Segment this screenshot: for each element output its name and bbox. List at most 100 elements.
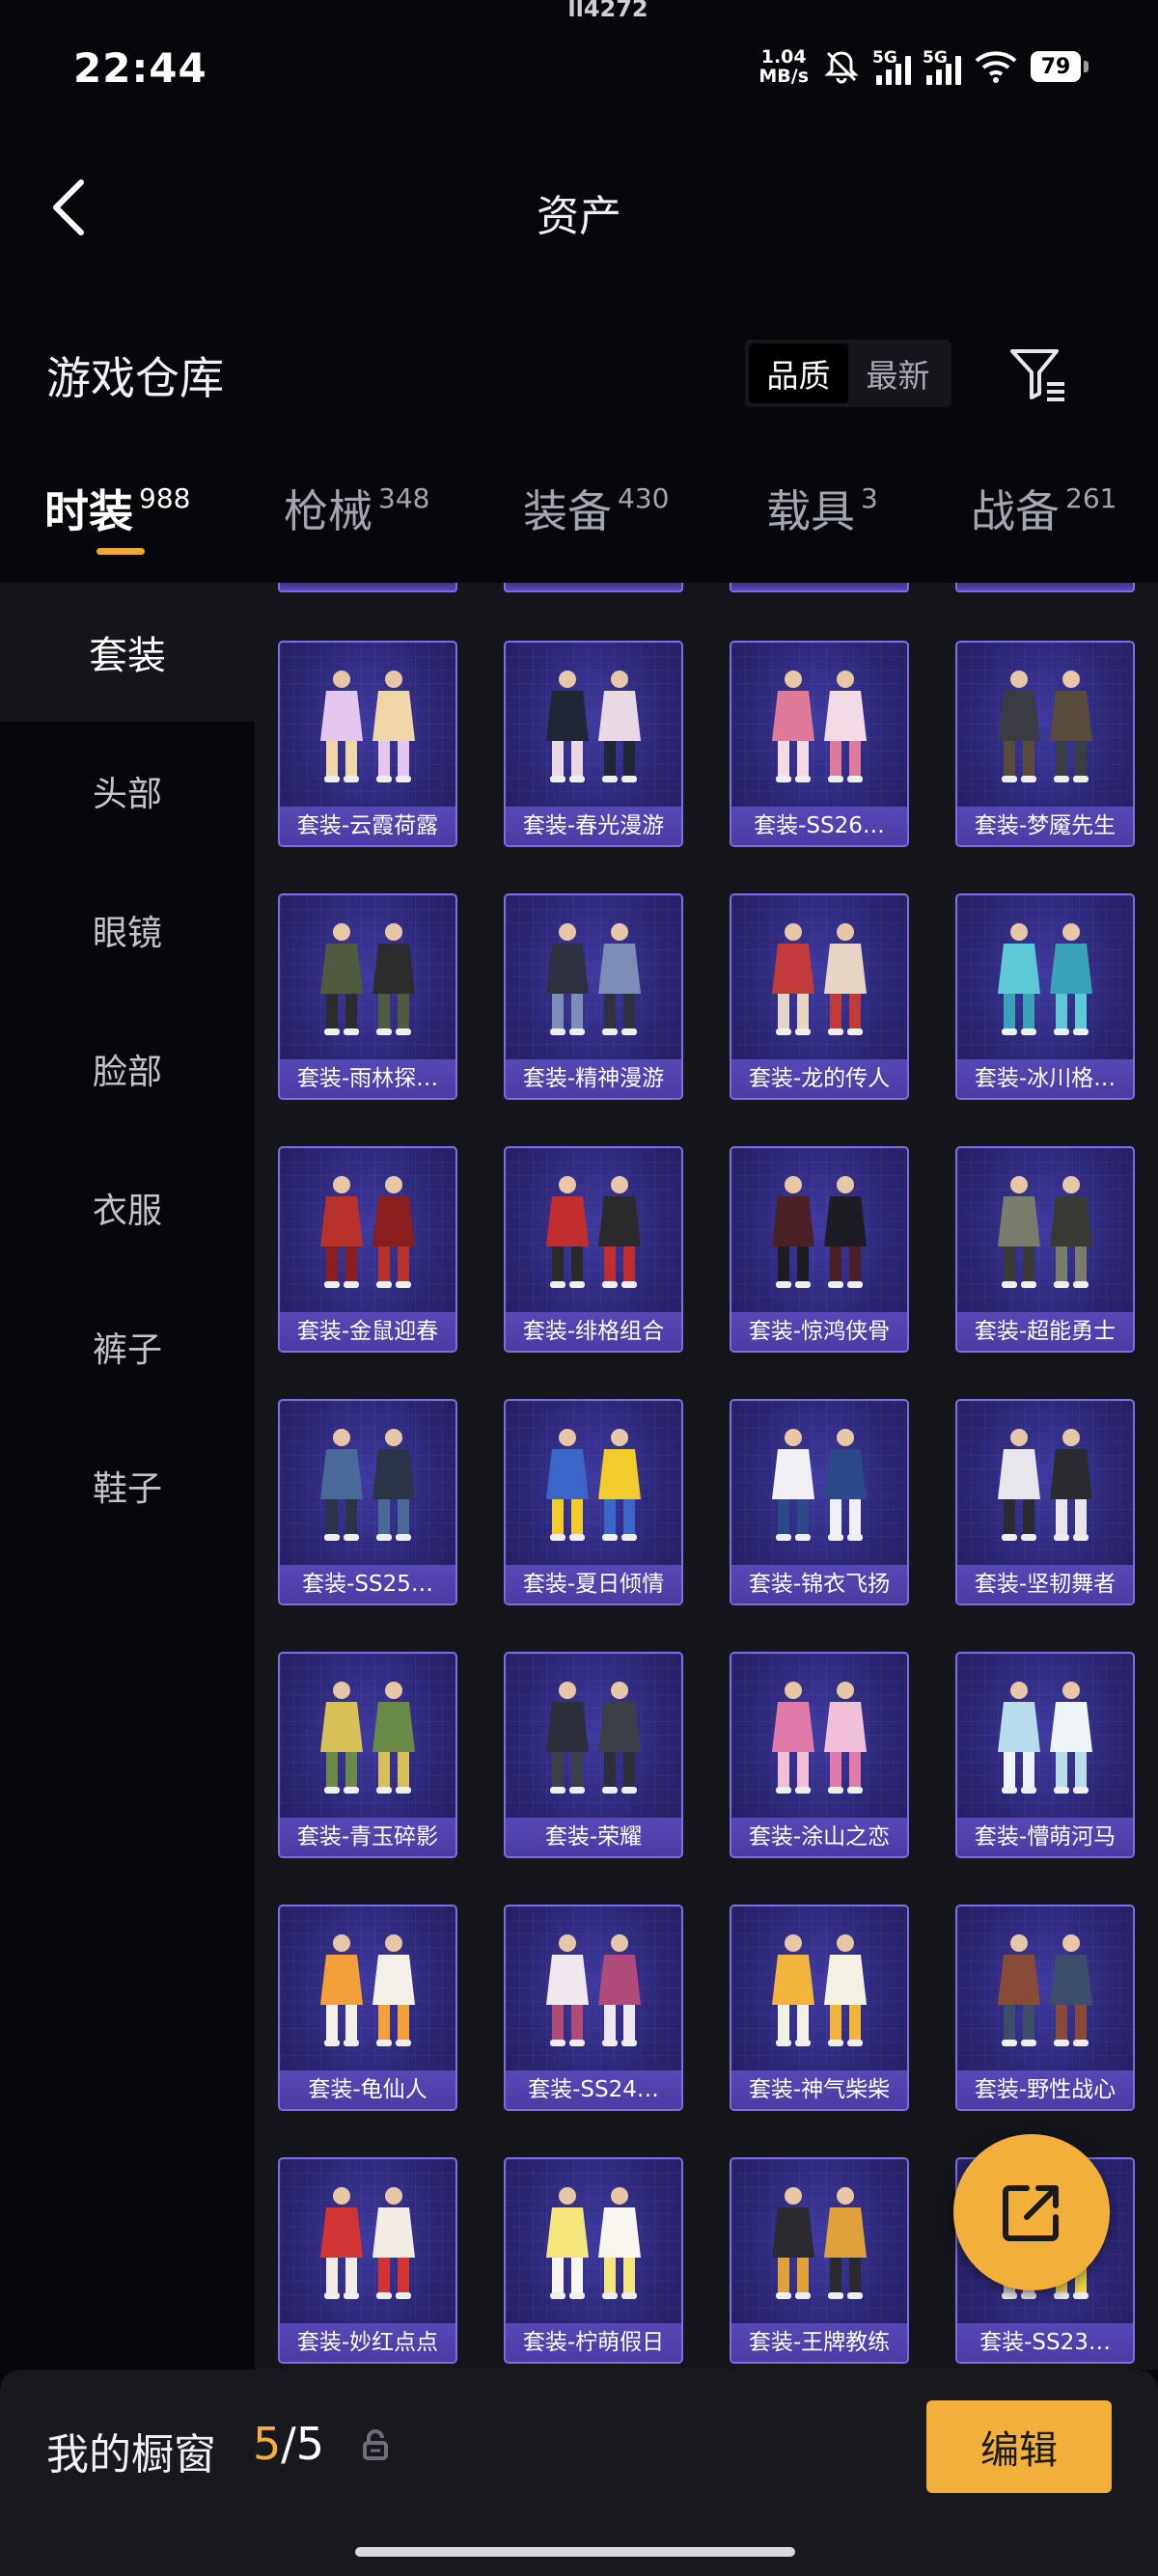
carrier-label: ll4272 (567, 0, 648, 22)
outfit-icon (772, 1429, 867, 1541)
outfit-card[interactable]: 套装-梦魇先生 (955, 641, 1135, 847)
sidebar-item-clothes[interactable]: 衣服 (0, 1138, 255, 1277)
outfit-card[interactable]: 套装-妙红点点 (278, 2157, 457, 2364)
outfit-card-label: 套装-妙红点点 (280, 2323, 455, 2362)
outfit-card-label: 套装-云霞荷露 (280, 807, 455, 845)
sidebar-item-glasses[interactable]: 眼镜 (0, 861, 255, 1000)
outfit-icon (998, 1934, 1092, 2046)
outfit-icon (772, 1934, 867, 2046)
outfit-icon (772, 1176, 867, 1288)
net-speed: 1.04 MB/s (758, 47, 809, 86)
share-button[interactable] (953, 2134, 1110, 2290)
page-title: 资产 (537, 192, 621, 241)
status-bar: ll4272 22:44 1.04 MB/s 5G 5G 79 (0, 0, 1158, 135)
outfit-card-label: 套装-懵萌河马 (957, 1818, 1133, 1856)
showcase-label: 我的橱窗 (46, 2430, 216, 2480)
outfit-card-label: 套装-荣耀 (506, 1818, 681, 1856)
outfit-icon (772, 2187, 867, 2299)
tab-count: 348 (378, 482, 430, 514)
outfit-card-label: 套装-涂山之恋 (731, 1818, 907, 1856)
outfit-icon (998, 1429, 1092, 1541)
outfit-card[interactable]: 套装-龙的传人 (730, 893, 909, 1100)
outfit-card[interactable]: 套装-SS25… (278, 1399, 457, 1605)
outfit-icon (998, 671, 1092, 782)
net-speed-unit: MB/s (758, 66, 809, 87)
tab-combat-gear[interactable]: 战备 261 (971, 477, 1117, 540)
outfit-card[interactable]: 套装-锦衣飞扬 (730, 1399, 909, 1605)
outfit-icon (320, 1934, 415, 2046)
outfit-card-label: 套装-SS26… (731, 807, 907, 845)
home-indicator[interactable] (355, 2547, 795, 2557)
tab-label: 装备 (523, 485, 612, 537)
section-title: 游戏仓库 (46, 352, 224, 404)
tab-equipment[interactable]: 装备 430 (523, 477, 669, 540)
outfit-card-label: 套装-王牌教练 (731, 2323, 907, 2362)
filter-button[interactable] (1004, 340, 1073, 409)
sidebar-item-head[interactable]: 头部 (0, 722, 255, 861)
edit-button[interactable]: 编辑 (926, 2400, 1112, 2493)
category-tabs: 时装 988 枪械 348 装备 430 载具 3 战备 261 (0, 463, 1158, 569)
sort-toggle: 品质 最新 (745, 340, 951, 407)
card-peek (504, 583, 683, 592)
sort-option-quality[interactable]: 品质 (749, 343, 848, 403)
outfit-card[interactable]: 套装-夏日倾情 (504, 1399, 683, 1605)
item-grid: 套装-云霞荷露 套装-春光漫游 套装-SS26… 套装-梦魇先生套装-雨林探… 套装-精… (255, 583, 1158, 2370)
outfit-card[interactable]: 套装-神气柴柴 (730, 1905, 909, 2111)
outfit-card[interactable]: 套装-懵萌河马 (955, 1652, 1135, 1858)
sidebar-item-set[interactable]: 套装 (0, 583, 255, 722)
outfit-card[interactable]: 套装-龟仙人 (278, 1905, 457, 2111)
outfit-card[interactable]: 套装-云霞荷露 (278, 641, 457, 847)
outfit-card[interactable]: 套装-雨林探… (278, 893, 457, 1100)
outfit-icon (546, 1934, 641, 2046)
sidebar-item-pants[interactable]: 裤子 (0, 1277, 255, 1416)
outfit-card[interactable]: 套装-涂山之恋 (730, 1652, 909, 1858)
outfit-card[interactable]: 套装-青玉碎影 (278, 1652, 457, 1858)
outfit-icon (546, 2187, 641, 2299)
showcase-bar: 我的橱窗 5/5 编辑 (0, 2370, 1158, 2576)
outfit-card[interactable]: 套装-惊鸿侠骨 (730, 1146, 909, 1353)
net-speed-value: 1.04 (760, 46, 807, 68)
outfit-card-label: 套装-野性战心 (957, 2070, 1133, 2109)
outfit-card-label: 套装-龟仙人 (280, 2070, 455, 2109)
outfit-icon (772, 1682, 867, 1794)
filter-icon (1010, 349, 1064, 401)
outfit-icon (320, 671, 415, 782)
outfit-card-label: 套装-冰川格… (957, 1059, 1133, 1098)
wifi-icon (975, 51, 1017, 83)
outfit-card-label: 套装-金鼠迎春 (280, 1312, 455, 1351)
outfit-card[interactable]: 套装-荣耀 (504, 1652, 683, 1858)
outfit-card[interactable]: 套装-春光漫游 (504, 641, 683, 847)
outfit-icon (546, 1682, 641, 1794)
tab-firearms[interactable]: 枪械 348 (284, 477, 429, 540)
status-icons: 1.04 MB/s 5G 5G 79 (758, 42, 1089, 91)
tab-fashion[interactable]: 时装 988 (44, 477, 190, 540)
outfit-card[interactable]: 套装-SS26… (730, 641, 909, 847)
outfit-card[interactable]: 套装-精神漫游 (504, 893, 683, 1100)
outfit-card[interactable]: 套装-SS24… (504, 1905, 683, 2111)
outfit-icon (320, 1682, 415, 1794)
outfit-card-label: 套装-夏日倾情 (506, 1565, 681, 1603)
outfit-card[interactable]: 套装-超能勇士 (955, 1146, 1135, 1353)
card-peek (955, 583, 1135, 592)
outfit-card[interactable]: 套装-金鼠迎春 (278, 1146, 457, 1353)
active-tab-indicator (96, 548, 145, 555)
outfit-icon (546, 671, 641, 782)
outfit-card[interactable]: 套装-柠萌假日 (504, 2157, 683, 2364)
tab-count: 430 (618, 482, 670, 514)
outfit-card[interactable]: 套装-野性战心 (955, 1905, 1135, 2111)
outfit-card[interactable]: 套装-坚韧舞者 (955, 1399, 1135, 1605)
outfit-icon (546, 1429, 641, 1541)
sort-option-newest[interactable]: 最新 (848, 343, 948, 403)
outfit-card[interactable]: 套装-王牌教练 (730, 2157, 909, 2364)
outfit-card-label: 套装-龙的传人 (731, 1059, 907, 1098)
sidebar-item-shoes[interactable]: 鞋子 (0, 1416, 255, 1555)
outfit-card-label: 套装-惊鸿侠骨 (731, 1312, 907, 1351)
outfit-card[interactable]: 套装-冰川格… (955, 893, 1135, 1100)
tab-vehicles[interactable]: 载具 3 (766, 477, 878, 540)
showcase-count: 5/5 (253, 2418, 324, 2470)
sidebar-item-face[interactable]: 脸部 (0, 1000, 255, 1138)
outfit-card[interactable]: 套装-绯格组合 (504, 1146, 683, 1353)
outfit-card-label: 套装-柠萌假日 (506, 2323, 681, 2362)
outfit-icon (998, 923, 1092, 1035)
outfit-card-label: 套装-超能勇士 (957, 1312, 1133, 1351)
